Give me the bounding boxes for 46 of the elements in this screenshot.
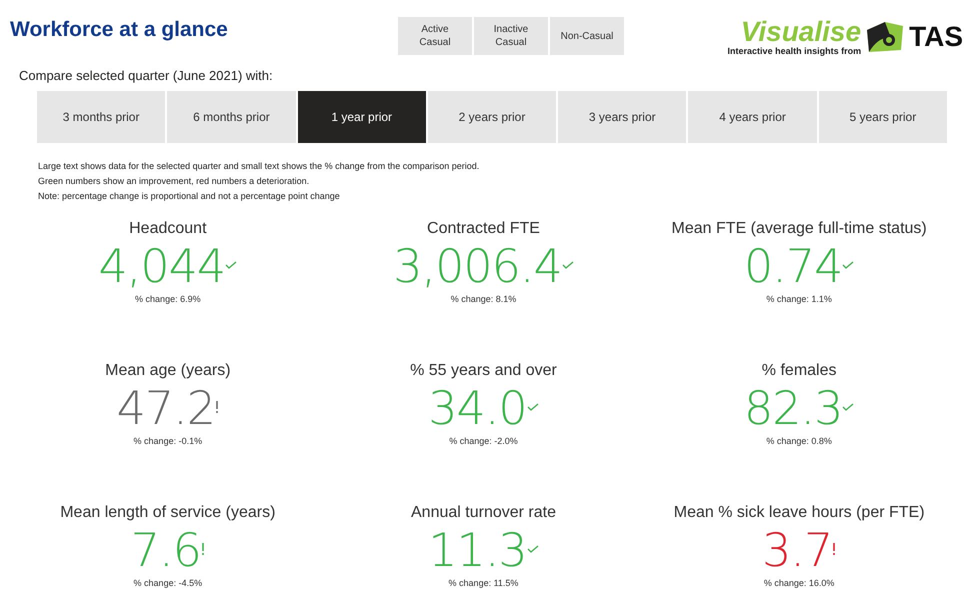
logo-icon [865, 20, 906, 54]
metric-value: 7.6 [130, 525, 201, 575]
metric-title: Mean length of service (years) [60, 503, 276, 523]
period-tab[interactable]: 5 years prior [818, 91, 947, 143]
page-title: Workforce at a glance [10, 17, 229, 43]
metric-value: 3.7 [762, 525, 832, 575]
percent-change: % change: 16.0% [764, 577, 834, 589]
metric-value: 34.0 [428, 383, 527, 433]
metric-title: % 55 years and over [410, 361, 557, 381]
logo-tagline: Interactive health insights from [728, 46, 862, 56]
percent-change: % change: 1.1% [766, 293, 832, 305]
metric-title: Mean age (years) [105, 361, 231, 381]
note-text: Green numbers show an improvement, red numbers a deterioration. [38, 175, 310, 188]
metric-title: % females [762, 361, 836, 381]
filter-button[interactable]: Inactive Casual [474, 17, 548, 55]
metric-value: 47.2 [116, 383, 216, 433]
percent-change: % change: -2.0% [449, 435, 518, 447]
metric-value: 82.3 [744, 383, 842, 433]
filter-button[interactable]: Active Casual [398, 17, 472, 55]
logo-company: TAS [909, 20, 963, 54]
percent-change: % change: 6.9% [135, 293, 201, 305]
compare-label: Compare selected quarter (June 2021) with: [19, 67, 274, 85]
metric-title: Mean % sick leave hours (per FTE) [674, 503, 925, 523]
metric-title: Annual turnover rate [411, 503, 556, 523]
note-text: Large text shows data for the selected quarter and small text shows the % change from the comparison period. [38, 160, 480, 173]
percent-change: % change: -0.1% [134, 435, 202, 447]
filter-button[interactable]: Non-Casual [550, 17, 624, 55]
percent-change: % change: -4.5% [134, 577, 202, 589]
percent-change: % change: 0.8% [766, 435, 832, 447]
metric-value: 11.3 [428, 525, 527, 575]
metric-value: 3,006.4 [393, 241, 562, 291]
logo-brand: Visualise [740, 18, 862, 46]
period-tab[interactable]: 2 years prior [428, 91, 556, 143]
percent-change: % change: 8.1% [450, 293, 516, 305]
metric-value: 4,044 [98, 241, 226, 291]
metric-title: Contracted FTE [427, 219, 540, 239]
metric-title: Headcount [129, 219, 207, 239]
note-text: Note: percentage change is proportional and not a percentage point change [38, 190, 341, 203]
period-tab[interactable]: 3 months prior [37, 91, 166, 143]
period-tab[interactable]: 3 years prior [558, 91, 686, 143]
metric-value: 0.74 [744, 241, 842, 291]
metric-title: Mean FTE (average full-time status) [672, 219, 927, 239]
percent-change: % change: 11.5% [448, 577, 518, 589]
period-tab[interactable]: 1 year prior [298, 91, 426, 143]
period-tab[interactable]: 6 months prior [167, 91, 296, 143]
period-tab[interactable]: 4 years prior [688, 91, 817, 143]
